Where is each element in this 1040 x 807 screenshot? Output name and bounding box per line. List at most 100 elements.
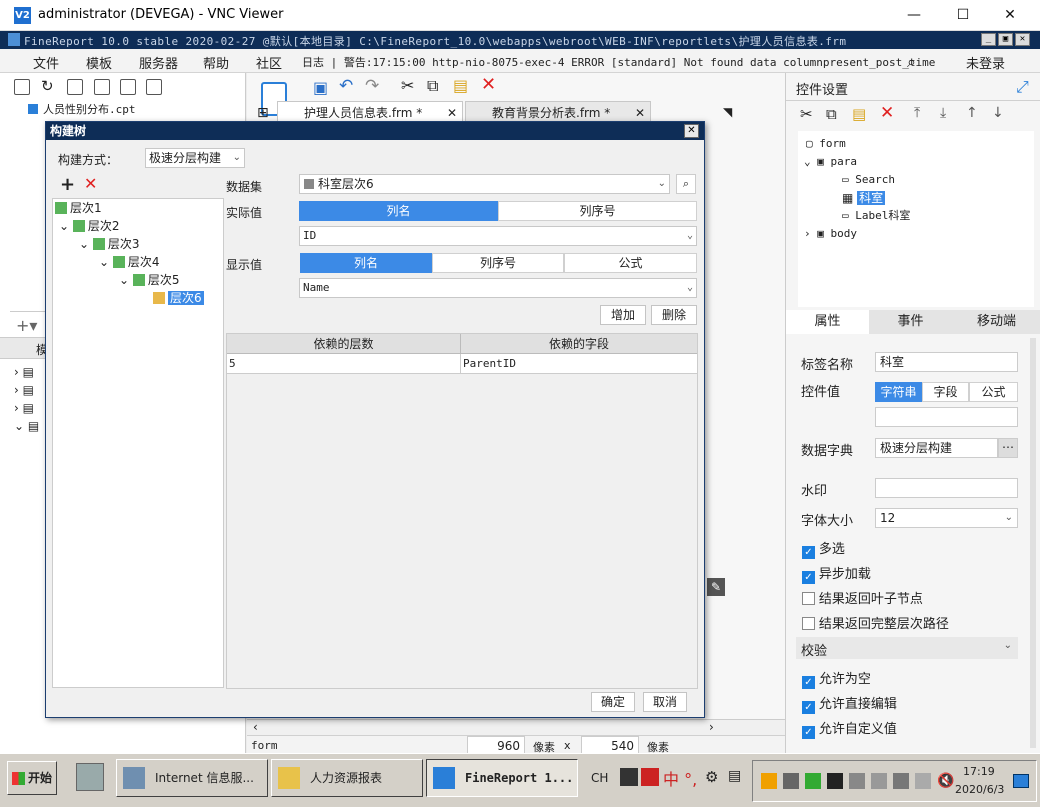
- display-value-select[interactable]: Name ⌄: [299, 278, 697, 298]
- minimize-button[interactable]: —: [900, 4, 928, 26]
- ime-logo-icon[interactable]: [641, 768, 659, 786]
- fr-close-button[interactable]: ✕: [1015, 33, 1030, 46]
- search-icon[interactable]: ⌕: [907, 52, 916, 72]
- menu-help[interactable]: 帮助: [203, 53, 229, 72]
- move-down-icon[interactable]: ↓: [992, 105, 1004, 121]
- add-level-icon[interactable]: +: [60, 174, 75, 195]
- list-item[interactable]: › ▤: [14, 401, 39, 419]
- checkbox-direct-edit[interactable]: ✓ 允许直接编辑: [802, 693, 897, 714]
- refresh-icon[interactable]: ↻: [41, 77, 54, 95]
- list-item[interactable]: ⌄ ▤: [14, 419, 39, 437]
- horizontal-scrollbar[interactable]: ‹ ›: [247, 719, 785, 735]
- table-cell-level[interactable]: 5: [227, 354, 461, 374]
- delete-x-icon[interactable]: ✕: [880, 103, 894, 123]
- log-message[interactable]: 日志 | 警告:17:15:00 http-nio-8075-exec-4 ER…: [302, 54, 935, 70]
- display-opt-column-index[interactable]: 列序号: [432, 253, 564, 273]
- build-method-select[interactable]: 极速分层构建 ⌄: [145, 148, 245, 168]
- volume-muted-icon[interactable]: 🔇: [937, 773, 954, 789]
- file-item-gender-dist[interactable]: 人员性别分布.cpt: [28, 101, 136, 117]
- dataset-select[interactable]: 科室层次6 ⌄: [299, 174, 670, 194]
- task-hr-report[interactable]: 人力资源报表: [271, 759, 423, 797]
- label-name-input[interactable]: 科室: [875, 352, 1018, 372]
- paste-icon[interactable]: ▤: [852, 105, 866, 123]
- tray-app-icon[interactable]: [849, 773, 865, 789]
- tree-node-para[interactable]: ⌄ ▣ para: [804, 153, 857, 171]
- level-node[interactable]: ⌄ 层次5: [119, 271, 180, 289]
- move-bottom-icon[interactable]: ⤓: [940, 105, 946, 121]
- task-iis[interactable]: Internet 信息服...: [116, 759, 268, 797]
- actual-value-select[interactable]: ID ⌄: [299, 226, 697, 246]
- dialog-close-button[interactable]: ✕: [684, 124, 699, 138]
- clock-time[interactable]: 17:19: [963, 765, 995, 778]
- vnc-tray-icon[interactable]: [827, 773, 843, 789]
- task-finereport[interactable]: FineReport 1...: [426, 759, 578, 797]
- move-up-icon[interactable]: ↑: [966, 105, 978, 121]
- lock-icon[interactable]: [146, 79, 162, 95]
- move-top-icon[interactable]: ⤒: [914, 105, 920, 121]
- checkbox-custom-value[interactable]: ✓ 允许自定义值: [802, 718, 897, 739]
- dict-edit-button[interactable]: ⋯: [998, 438, 1018, 458]
- ctrl-opt-formula[interactable]: 公式: [969, 382, 1018, 402]
- ime-mode-text[interactable]: 中 °,: [663, 766, 697, 790]
- scroll-right-icon[interactable]: ›: [709, 720, 714, 734]
- add-datasource-icon[interactable]: +▾: [16, 316, 37, 335]
- ime-settings-icon[interactable]: ⚙: [705, 768, 718, 786]
- validate-section-header[interactable]: 校验 ⌄: [796, 637, 1018, 659]
- actual-opt-column-name[interactable]: 列名: [299, 201, 498, 221]
- level-node[interactable]: ⌄ 层次2: [59, 217, 120, 235]
- tray-app-icon[interactable]: [871, 773, 887, 789]
- locate-icon[interactable]: [94, 79, 110, 95]
- copy-icon[interactable]: ⧉: [826, 105, 837, 123]
- menu-template[interactable]: 模板: [86, 53, 112, 72]
- control-value-input[interactable]: [875, 407, 1018, 427]
- dataset-preview-icon[interactable]: ⌕: [676, 174, 696, 194]
- paste-icon[interactable]: ▤: [453, 76, 468, 95]
- redo-icon[interactable]: ↷: [365, 76, 379, 96]
- ctrl-opt-string[interactable]: 字符串: [875, 382, 922, 402]
- height-input[interactable]: 540: [581, 736, 639, 754]
- maximize-button[interactable]: ☐: [949, 4, 977, 26]
- copy-icon[interactable]: ⧉: [427, 76, 438, 96]
- network-icon[interactable]: [915, 773, 931, 789]
- checkbox-allow-empty[interactable]: ✓ 允许为空: [802, 668, 871, 689]
- level-node-selected[interactable]: 层次6: [153, 289, 204, 307]
- level-node[interactable]: ⌄ 层次4: [99, 253, 160, 271]
- right-scrollbar[interactable]: [1030, 338, 1036, 748]
- delete-button[interactable]: 删除: [651, 305, 697, 325]
- clock-date[interactable]: 2020/6/3: [955, 783, 1004, 796]
- tree-node-search[interactable]: ▭ Search: [842, 171, 895, 189]
- grid-icon[interactable]: ⊞: [257, 105, 269, 121]
- checkbox-multi[interactable]: ✓ 多选: [802, 538, 845, 559]
- delete-icon[interactable]: [120, 79, 136, 95]
- list-item[interactable]: › ▤: [14, 383, 39, 401]
- ok-button[interactable]: 确定: [591, 692, 635, 712]
- tray-app-icon[interactable]: [761, 773, 777, 789]
- server-manager-icon[interactable]: [76, 763, 104, 791]
- tree-node-body[interactable]: › ▣ body: [804, 225, 857, 243]
- edit-pencil-icon[interactable]: ✎: [707, 578, 725, 596]
- font-size-select[interactable]: 12 ⌄: [875, 508, 1018, 528]
- start-button[interactable]: 开始: [7, 761, 57, 795]
- save-icon[interactable]: ▣: [313, 78, 328, 97]
- actual-opt-column-index[interactable]: 列序号: [498, 201, 697, 221]
- menu-community[interactable]: 社区: [256, 53, 282, 72]
- network-icon[interactable]: [893, 773, 909, 789]
- cut-icon[interactable]: ✂: [401, 76, 414, 95]
- undo-icon[interactable]: ↶: [339, 76, 353, 96]
- tray-app-icon[interactable]: [805, 773, 821, 789]
- ime-indicator[interactable]: CH: [591, 771, 608, 785]
- width-input[interactable]: 960: [467, 736, 525, 754]
- menu-file[interactable]: 文件: [33, 53, 59, 72]
- fr-restore-button[interactable]: ▣: [998, 33, 1013, 46]
- checkbox-async[interactable]: ✓ 异步加载: [802, 563, 871, 584]
- login-link[interactable]: 未登录: [966, 53, 1005, 72]
- checkbox-leaf-node[interactable]: 结果返回叶子节点: [802, 588, 923, 607]
- level-node[interactable]: 层次1: [55, 199, 102, 217]
- table-row[interactable]: 5 ParentID: [227, 354, 697, 374]
- display-opt-formula[interactable]: 公式: [564, 253, 697, 273]
- data-dict-input[interactable]: 极速分层构建: [875, 438, 998, 458]
- scroll-left-icon[interactable]: ‹: [253, 720, 258, 734]
- expand-icon[interactable]: ⤢: [1016, 77, 1029, 97]
- new-folder-icon[interactable]: [14, 79, 30, 95]
- menu-server[interactable]: 服务器: [139, 53, 178, 72]
